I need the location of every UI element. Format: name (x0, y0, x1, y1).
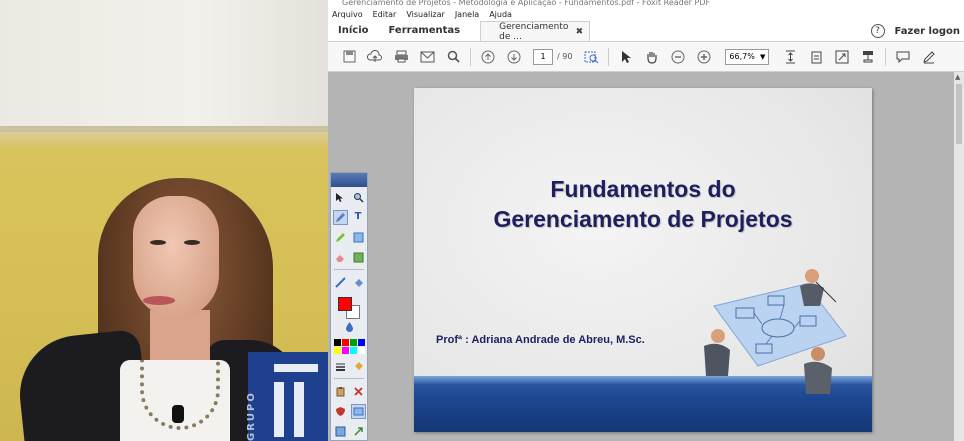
annotation-separator (334, 378, 364, 379)
palette-swatch[interactable] (341, 339, 349, 346)
screen-tool-icon[interactable] (351, 250, 366, 265)
scrollbar-thumb[interactable] (956, 84, 962, 144)
highlighter-icon[interactable] (333, 230, 348, 245)
close-tab-icon[interactable]: ✖ (576, 27, 584, 37)
menu-bar: Arquivo Editar Visualizar Janela Ajuda (328, 8, 964, 20)
palette-swatch[interactable] (357, 347, 365, 354)
exit-icon[interactable] (351, 424, 366, 439)
presenter-eye-left (150, 240, 166, 245)
rotate-page-icon[interactable] (803, 46, 829, 68)
search-icon[interactable] (440, 46, 466, 68)
slide-title-line-1: Fundamentos do (550, 176, 736, 202)
annotation-separator (334, 269, 364, 270)
help-icon[interactable]: ? (870, 24, 885, 38)
hand-tool-icon[interactable] (639, 46, 665, 68)
zoom-in-icon[interactable] (691, 46, 717, 68)
annotation-toolbar-titlebar[interactable] (331, 173, 367, 187)
slide-title: Fundamentos do Gerenciamento de Projetos (414, 174, 872, 234)
snapshot-icon[interactable] (578, 46, 604, 68)
window-title: Gerenciamento de Projetos - Metodologia … (328, 0, 964, 8)
color-palette (333, 339, 365, 354)
line-tool-icon[interactable] (333, 275, 348, 290)
screen: GRUPO Gerenciamento de Projetos - Metodo… (0, 0, 964, 441)
palette-swatch[interactable] (333, 347, 341, 354)
palette-swatch[interactable] (349, 339, 357, 346)
current-page-input[interactable]: 1 (533, 48, 553, 65)
previous-page-icon[interactable] (475, 46, 501, 68)
palette-swatch[interactable] (357, 339, 365, 346)
team-planning-illustration (704, 269, 847, 394)
grupo-logo-text: GRUPO (246, 391, 257, 441)
webcam-shelf (0, 126, 328, 132)
fill-tool-icon[interactable] (351, 275, 366, 290)
presenter-lips (143, 296, 175, 305)
total-pages-label: / 90 (557, 52, 573, 61)
main-toolbar: 1 / 90 66,7% ▼ (328, 42, 964, 72)
presenter-eye-right (184, 240, 200, 245)
tab-bar: Início Ferramentas Gerenciamento de ... … (328, 20, 964, 42)
scroll-up-icon[interactable]: ▲ (955, 73, 960, 81)
rectangle-tool-icon[interactable] (351, 230, 366, 245)
screen-capture-icon[interactable] (350, 403, 366, 419)
line-width-icon[interactable] (333, 359, 348, 374)
upload-cloud-icon[interactable] (362, 46, 388, 68)
fit-page-icon[interactable] (777, 46, 803, 68)
zoom-select[interactable]: 66,7% ▼ (725, 48, 770, 65)
print-icon[interactable] (388, 46, 414, 68)
text-tool-icon[interactable]: T (351, 210, 366, 225)
fit-width-icon[interactable] (829, 46, 855, 68)
zoom-value: 66,7% (729, 52, 755, 61)
tab-document-label: Gerenciamento de ... (499, 21, 569, 42)
tab-document[interactable]: Gerenciamento de ... ✖ (480, 21, 591, 42)
login-button[interactable]: Fazer logon (895, 26, 960, 37)
document-viewer[interactable]: Fundamentos do Gerenciamento de Projetos… (328, 72, 964, 441)
palette-swatch[interactable] (333, 339, 341, 346)
pen-icon[interactable] (916, 46, 942, 68)
paint-bucket-icon[interactable] (351, 359, 366, 374)
shield-icon[interactable] (333, 404, 348, 419)
primary-color-swatch[interactable] (338, 297, 352, 311)
color-picker[interactable] (336, 295, 362, 319)
pdf-page: Fundamentos do Gerenciamento de Projetos… (414, 88, 872, 432)
pen-tool-icon[interactable] (332, 209, 348, 225)
slide-title-line-2: Gerenciamento de Projetos (493, 206, 793, 232)
tab-ferramentas[interactable]: Ferramentas (379, 25, 471, 41)
annotation-toolbar: T (330, 172, 368, 441)
menu-janela[interactable]: Janela (455, 10, 479, 19)
toolbar-separator (608, 47, 610, 66)
menu-arquivo[interactable]: Arquivo (332, 10, 363, 19)
stamp-icon[interactable] (855, 46, 881, 68)
clipboard-icon[interactable] (333, 384, 348, 399)
webcam-wall (0, 0, 328, 128)
palette-swatch[interactable] (341, 347, 349, 354)
save-icon[interactable] (336, 46, 362, 68)
vertical-scrollbar[interactable]: ▲ (954, 72, 964, 441)
save-annotation-icon[interactable] (333, 424, 348, 439)
chevron-down-icon: ▼ (760, 52, 766, 61)
grupo-logo (248, 352, 328, 441)
slide-author: Profª : Adriana Andrade de Abreu, M.Sc. (436, 334, 645, 346)
clear-icon[interactable] (351, 384, 366, 399)
email-icon[interactable] (414, 46, 440, 68)
magnifier-icon[interactable] (351, 190, 366, 205)
eraser-icon[interactable] (333, 250, 348, 265)
pdf-reader-window: Gerenciamento de Projetos - Metodologia … (328, 0, 964, 441)
next-page-icon[interactable] (501, 46, 527, 68)
lapel-microphone (172, 405, 184, 423)
tab-inicio[interactable]: Início (328, 25, 379, 41)
menu-visualizar[interactable]: Visualizar (406, 10, 445, 19)
pointer-icon[interactable] (333, 190, 348, 205)
menu-editar[interactable]: Editar (373, 10, 397, 19)
zoom-out-icon[interactable] (665, 46, 691, 68)
select-cursor-icon[interactable] (613, 46, 639, 68)
menu-ajuda[interactable]: Ajuda (489, 10, 512, 19)
color-drop-icon[interactable] (342, 319, 357, 334)
toolbar-separator (885, 47, 887, 66)
toolbar-separator (470, 47, 471, 66)
palette-swatch[interactable] (349, 347, 357, 354)
comment-icon[interactable] (890, 46, 916, 68)
webcam-feed: GRUPO (0, 0, 328, 441)
